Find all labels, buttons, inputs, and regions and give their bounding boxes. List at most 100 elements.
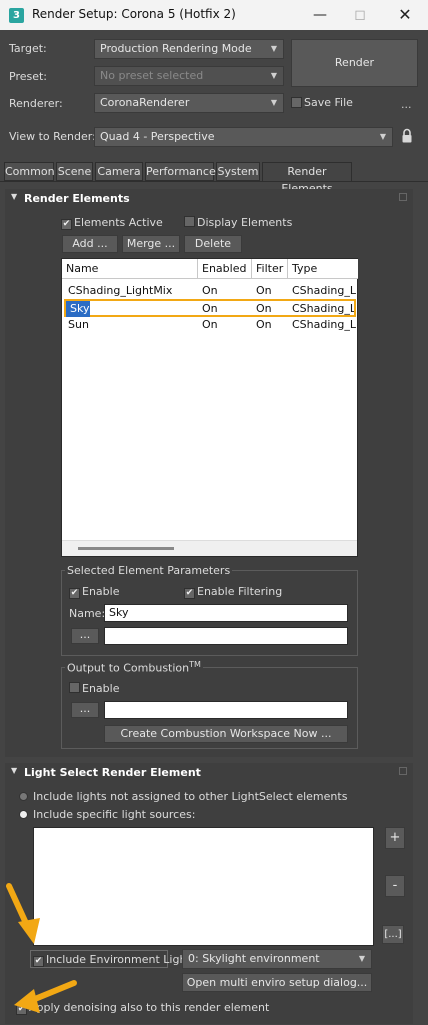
row-name: Sky [66, 301, 90, 317]
lock-icon[interactable] [401, 128, 413, 144]
table-row-selected[interactable]: Sky On On CShading_Lig... [64, 299, 356, 317]
add-button[interactable]: Add ... [62, 235, 118, 253]
display-elements-checkbox[interactable] [184, 216, 195, 230]
elements-active-checkbox[interactable]: ✔ [61, 216, 72, 230]
row-filter: On [256, 284, 272, 297]
tab-scene[interactable]: Scene [56, 162, 93, 181]
scrollbar-thumb[interactable] [78, 547, 174, 550]
rollout-handle-icon [399, 767, 407, 775]
renderer-dropdown[interactable]: CoronaRenderer ▼ [94, 93, 284, 113]
row-filter: On [256, 318, 272, 331]
trademark-mark: TM [189, 660, 201, 669]
dropdown-arrow-icon: ▼ [270, 71, 277, 80]
row-enabled: On [202, 284, 218, 297]
light-select-header[interactable]: Light Select Render Element [24, 766, 201, 779]
display-elements-label: Display Elements [197, 216, 293, 229]
multi-enviro-button[interactable]: Open multi enviro setup dialog... [182, 973, 372, 992]
view-to-render-label: View to Render: [9, 130, 96, 143]
row-filter: On [256, 302, 272, 315]
remove-light-button[interactable]: - [385, 875, 405, 897]
browse-button[interactable]: ... [71, 628, 99, 644]
preset-dropdown[interactable]: No preset selected ▼ [94, 66, 284, 86]
render-elements-header[interactable]: Render Elements [24, 192, 130, 205]
elements-active-label: Elements Active [74, 216, 163, 229]
table-row[interactable]: Sun On On CShading_Lig... [62, 317, 358, 333]
combustion-title-text: Output to Combustion [67, 661, 190, 675]
dropdown-arrow-icon: ▼ [358, 954, 365, 963]
merge-button[interactable]: Merge ... [122, 235, 180, 253]
annotation-arrow-icon [6, 883, 40, 944]
radio-specific-sources[interactable] [19, 810, 28, 819]
tab-common[interactable]: Common [4, 162, 55, 181]
column-header-type[interactable]: Type [288, 259, 358, 279]
row-enabled: On [202, 302, 218, 315]
view-to-render-dropdown[interactable]: Quad 4 - Perspective ▼ [94, 127, 393, 147]
target-value: Production Rendering Mode [100, 42, 252, 55]
enable-label: Enable [82, 585, 120, 598]
specific-sources-label: Include specific light sources: [33, 808, 196, 821]
light-sources-list[interactable] [33, 827, 374, 946]
table-row[interactable]: CShading_LightMix On On CShading_Lig... [62, 283, 358, 299]
row-name: Sun [68, 318, 89, 331]
tab-camera[interactable]: Camera [95, 162, 143, 181]
row-name: CShading_LightMix [68, 284, 173, 297]
create-workspace-button[interactable]: Create Combustion Workspace Now ... [104, 725, 348, 743]
enable-checkbox[interactable]: ✔ [69, 585, 80, 599]
combustion-browse-button[interactable]: ... [71, 702, 99, 718]
radio-not-assigned[interactable] [19, 792, 28, 801]
horizontal-scrollbar[interactable] [62, 540, 357, 556]
render-button[interactable]: Render [291, 39, 418, 87]
environment-dropdown[interactable]: 0: Skylight environment ▼ [182, 949, 372, 969]
dropdown-arrow-icon: ▼ [379, 132, 386, 141]
dropdown-arrow-icon: ▼ [270, 44, 277, 53]
dropdown-arrow-icon: ▼ [270, 98, 277, 107]
row-type: CShading_Lig... [292, 318, 356, 331]
combustion-enable-label: Enable [82, 682, 120, 695]
environment-value: 0: Skylight environment [188, 952, 320, 965]
target-label: Target: [9, 42, 47, 55]
preset-label: Preset: [9, 70, 48, 83]
maximize-icon[interactable]: ◻ [340, 0, 380, 30]
view-to-render-value: Quad 4 - Perspective [100, 130, 215, 143]
pick-lights-button[interactable]: [...] [382, 925, 404, 944]
target-dropdown[interactable]: Production Rendering Mode ▼ [94, 39, 284, 59]
combustion-path-field[interactable] [104, 701, 348, 719]
output-path-field[interactable] [104, 627, 348, 645]
row-enabled: On [202, 318, 218, 331]
column-header-name[interactable]: Name [62, 259, 198, 279]
save-file-checkbox[interactable] [291, 97, 302, 111]
selected-element-params-title: Selected Element Parameters [65, 564, 233, 577]
collapse-arrow-icon[interactable]: ▼ [11, 766, 17, 775]
rollout-handle-icon [399, 193, 407, 201]
more-options-button[interactable]: ... [401, 98, 412, 111]
tab-performance[interactable]: Performance [145, 162, 216, 181]
element-name-field[interactable]: Sky [104, 604, 348, 622]
include-env-light-checkbox[interactable]: ✔ [33, 953, 44, 967]
preset-value: No preset selected [100, 69, 204, 82]
add-light-button[interactable]: + [385, 827, 405, 849]
not-assigned-label: Include lights not assigned to other Lig… [33, 790, 348, 803]
close-icon[interactable]: ✕ [385, 0, 425, 30]
renderer-value: CoronaRenderer [100, 96, 190, 109]
render-elements-list[interactable]: Name Enabled Filter Type CShading_LightM… [61, 258, 358, 557]
column-header-filter[interactable]: Filter [252, 259, 288, 279]
save-file-label: Save File [304, 96, 353, 109]
annotation-arrow-icon [14, 980, 77, 1013]
column-header-enabled[interactable]: Enabled [198, 259, 252, 279]
combustion-enable-checkbox[interactable] [69, 682, 80, 696]
renderer-label: Renderer: [9, 97, 63, 110]
window-title: Render Setup: Corona 5 (Hotfix 2) [32, 7, 236, 21]
row-type: CShading_Lig... [292, 302, 354, 315]
delete-button[interactable]: Delete [184, 235, 242, 253]
combustion-title: Output to CombustionTM [65, 660, 203, 675]
name-label: Name: [69, 607, 106, 620]
minimize-icon[interactable]: — [300, 0, 340, 30]
enable-filtering-label: Enable Filtering [197, 585, 283, 598]
row-type: CShading_Lig... [292, 284, 356, 297]
tab-system[interactable]: System [216, 162, 260, 181]
enable-filtering-checkbox[interactable]: ✔ [184, 585, 195, 599]
save-file-check-box[interactable] [291, 97, 302, 108]
include-env-light-label: Include Environment Light [46, 953, 191, 966]
tab-render-elements[interactable]: Render Elements [262, 162, 352, 195]
collapse-arrow-icon[interactable]: ▼ [11, 192, 17, 201]
